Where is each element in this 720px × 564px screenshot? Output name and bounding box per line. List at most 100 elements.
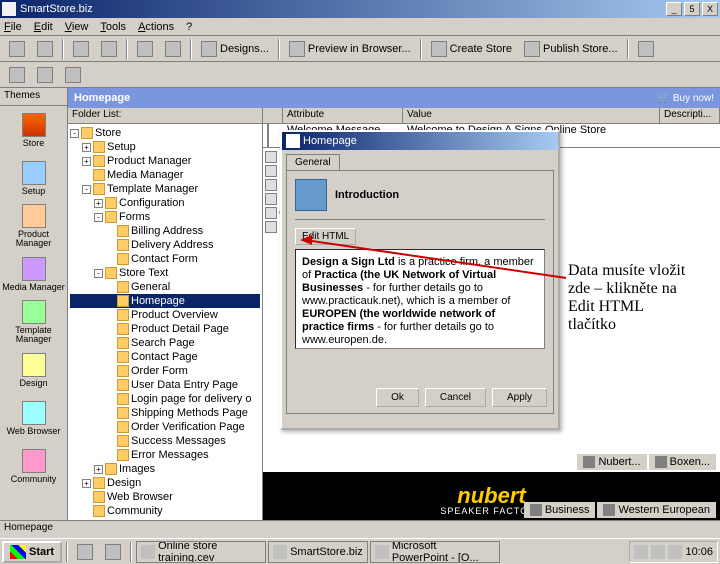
tree-item[interactable]: Contact Form: [70, 252, 260, 266]
tree-item[interactable]: Homepage: [70, 294, 260, 308]
tree-item[interactable]: Product Detail Page: [70, 322, 260, 336]
clock[interactable]: 10:06: [685, 546, 713, 558]
tree-item[interactable]: +Images: [70, 462, 260, 476]
app-icon: [2, 2, 16, 16]
toolbar-new[interactable]: [96, 38, 122, 60]
toolbar2-btn2[interactable]: [32, 64, 58, 86]
tree-item[interactable]: Billing Address: [70, 224, 260, 238]
tab-general[interactable]: General: [286, 154, 340, 170]
tree-item[interactable]: User Data Entry Page: [70, 378, 260, 392]
taskbar-task[interactable]: SmartStore.biz: [268, 541, 368, 563]
cancel-button[interactable]: Cancel: [425, 388, 486, 407]
extra-icon: [638, 41, 654, 57]
toolbar-copy[interactable]: [132, 38, 158, 60]
col-description[interactable]: Descripti...: [660, 108, 720, 123]
apply-button[interactable]: Apply: [492, 388, 547, 407]
toolbar-designs[interactable]: Designs...: [196, 38, 274, 60]
system-tray[interactable]: 10:06: [629, 541, 718, 563]
theme-item[interactable]: Community: [0, 442, 67, 490]
tree-item[interactable]: +Configuration: [70, 196, 260, 210]
tree-item[interactable]: Order Verification Page: [70, 420, 260, 434]
intro-icon: [295, 179, 327, 211]
globe-icon: [603, 504, 615, 516]
taskbar-task[interactable]: Online store training.cev: [136, 541, 266, 563]
tool-icon: [65, 67, 81, 83]
toolbar-separator: [190, 39, 192, 59]
menu-view[interactable]: View: [65, 21, 89, 33]
tree-item[interactable]: -Store Text: [70, 266, 260, 280]
minimize-button[interactable]: _: [666, 2, 682, 16]
tree-item[interactable]: Contact Page: [70, 350, 260, 364]
tree-item[interactable]: Web Browser: [70, 490, 260, 504]
toolbar-create-store[interactable]: Create Store: [426, 38, 517, 60]
tree-item[interactable]: Shipping Methods Page: [70, 406, 260, 420]
tree-item[interactable]: General: [70, 280, 260, 294]
tree-item[interactable]: -Forms: [70, 210, 260, 224]
menu-file[interactable]: FFileile: [4, 21, 22, 33]
toolbar-back[interactable]: [4, 38, 30, 60]
advertisement-banner[interactable]: Nubert... Boxen... nubert SPEAKER FACTOR…: [263, 472, 720, 520]
theme-item[interactable]: Design: [0, 346, 67, 394]
tree-item[interactable]: Error Messages: [70, 448, 260, 462]
theme-icon: [22, 113, 46, 137]
tree-item[interactable]: Success Messages: [70, 434, 260, 448]
dialog-titlebar[interactable]: Homepage: [282, 132, 558, 150]
col-attribute[interactable]: Attribute: [283, 108, 403, 123]
taskbar-task[interactable]: Microsoft PowerPoint - [O...: [370, 541, 500, 563]
window-titlebar: SmartStore.biz _ 5 X: [0, 0, 720, 18]
col-value[interactable]: Value: [403, 108, 660, 123]
banner-tab[interactable]: Western European: [597, 502, 716, 518]
toolbar-forward[interactable]: [32, 38, 58, 60]
task-icon: [375, 545, 389, 559]
quicklaunch-btn[interactable]: [72, 541, 98, 563]
tray-icon[interactable]: [651, 545, 665, 559]
tree-item[interactable]: Search Page: [70, 336, 260, 350]
theme-item[interactable]: Product Manager: [0, 202, 67, 250]
toolbar2-btn1[interactable]: [4, 64, 30, 86]
toolbar-extra[interactable]: [633, 38, 659, 60]
ok-button[interactable]: Ok: [376, 388, 419, 407]
tray-icon[interactable]: [634, 545, 648, 559]
toolbar2-btn3[interactable]: [60, 64, 86, 86]
toolbar-paste[interactable]: [160, 38, 186, 60]
banner-top-tab[interactable]: Nubert...: [577, 454, 646, 470]
secondary-toolbar: [0, 62, 720, 88]
banner-tab[interactable]: Business: [524, 502, 596, 518]
toolbar-separator: [627, 39, 629, 59]
toolbar-publish-store[interactable]: Publish Store...: [519, 38, 623, 60]
start-button[interactable]: Start: [2, 541, 62, 563]
edit-html-button[interactable]: Edit HTML: [295, 228, 356, 245]
menu-actions[interactable]: Actions: [138, 21, 174, 33]
menu-help[interactable]: ?: [186, 21, 192, 33]
quicklaunch-btn[interactable]: [100, 541, 126, 563]
toolbar-preview[interactable]: Preview in Browser...: [284, 38, 416, 60]
tree-item[interactable]: -Template Manager: [70, 182, 260, 196]
theme-item[interactable]: Web Browser: [0, 394, 67, 442]
tree-item[interactable]: Media Manager: [70, 168, 260, 182]
folder-tree[interactable]: -Store+Setup+Product ManagerMedia Manage…: [68, 124, 262, 520]
tree-item[interactable]: Community: [70, 504, 260, 518]
tray-icon[interactable]: [668, 545, 682, 559]
tree-item[interactable]: +Setup: [70, 140, 260, 154]
tree-item[interactable]: Delivery Address: [70, 238, 260, 252]
menu-edit[interactable]: Edit: [34, 21, 53, 33]
publish-icon: [524, 41, 540, 57]
toolbar-save[interactable]: [68, 38, 94, 60]
tree-item[interactable]: Login page for delivery o: [70, 392, 260, 406]
banner-top-tab[interactable]: Boxen...: [649, 454, 716, 470]
theme-item[interactable]: Setup: [0, 154, 67, 202]
tree-item[interactable]: Product Overview: [70, 308, 260, 322]
menu-tools[interactable]: Tools: [100, 21, 126, 33]
close-button[interactable]: X: [702, 2, 718, 16]
buy-now-link[interactable]: 🛒 Buy now!: [658, 93, 714, 104]
theme-icon: [22, 449, 46, 473]
tree-item[interactable]: +Design: [70, 476, 260, 490]
main-toolbar: Designs... Preview in Browser... Create …: [0, 36, 720, 62]
maximize-button[interactable]: 5: [684, 2, 700, 16]
tree-item[interactable]: +Product Manager: [70, 154, 260, 168]
toolbar-separator: [126, 39, 128, 59]
tree-item[interactable]: Order Form: [70, 364, 260, 378]
theme-item[interactable]: Store: [0, 106, 67, 154]
theme-item[interactable]: Media Manager: [0, 250, 67, 298]
theme-item[interactable]: Template Manager: [0, 298, 67, 346]
